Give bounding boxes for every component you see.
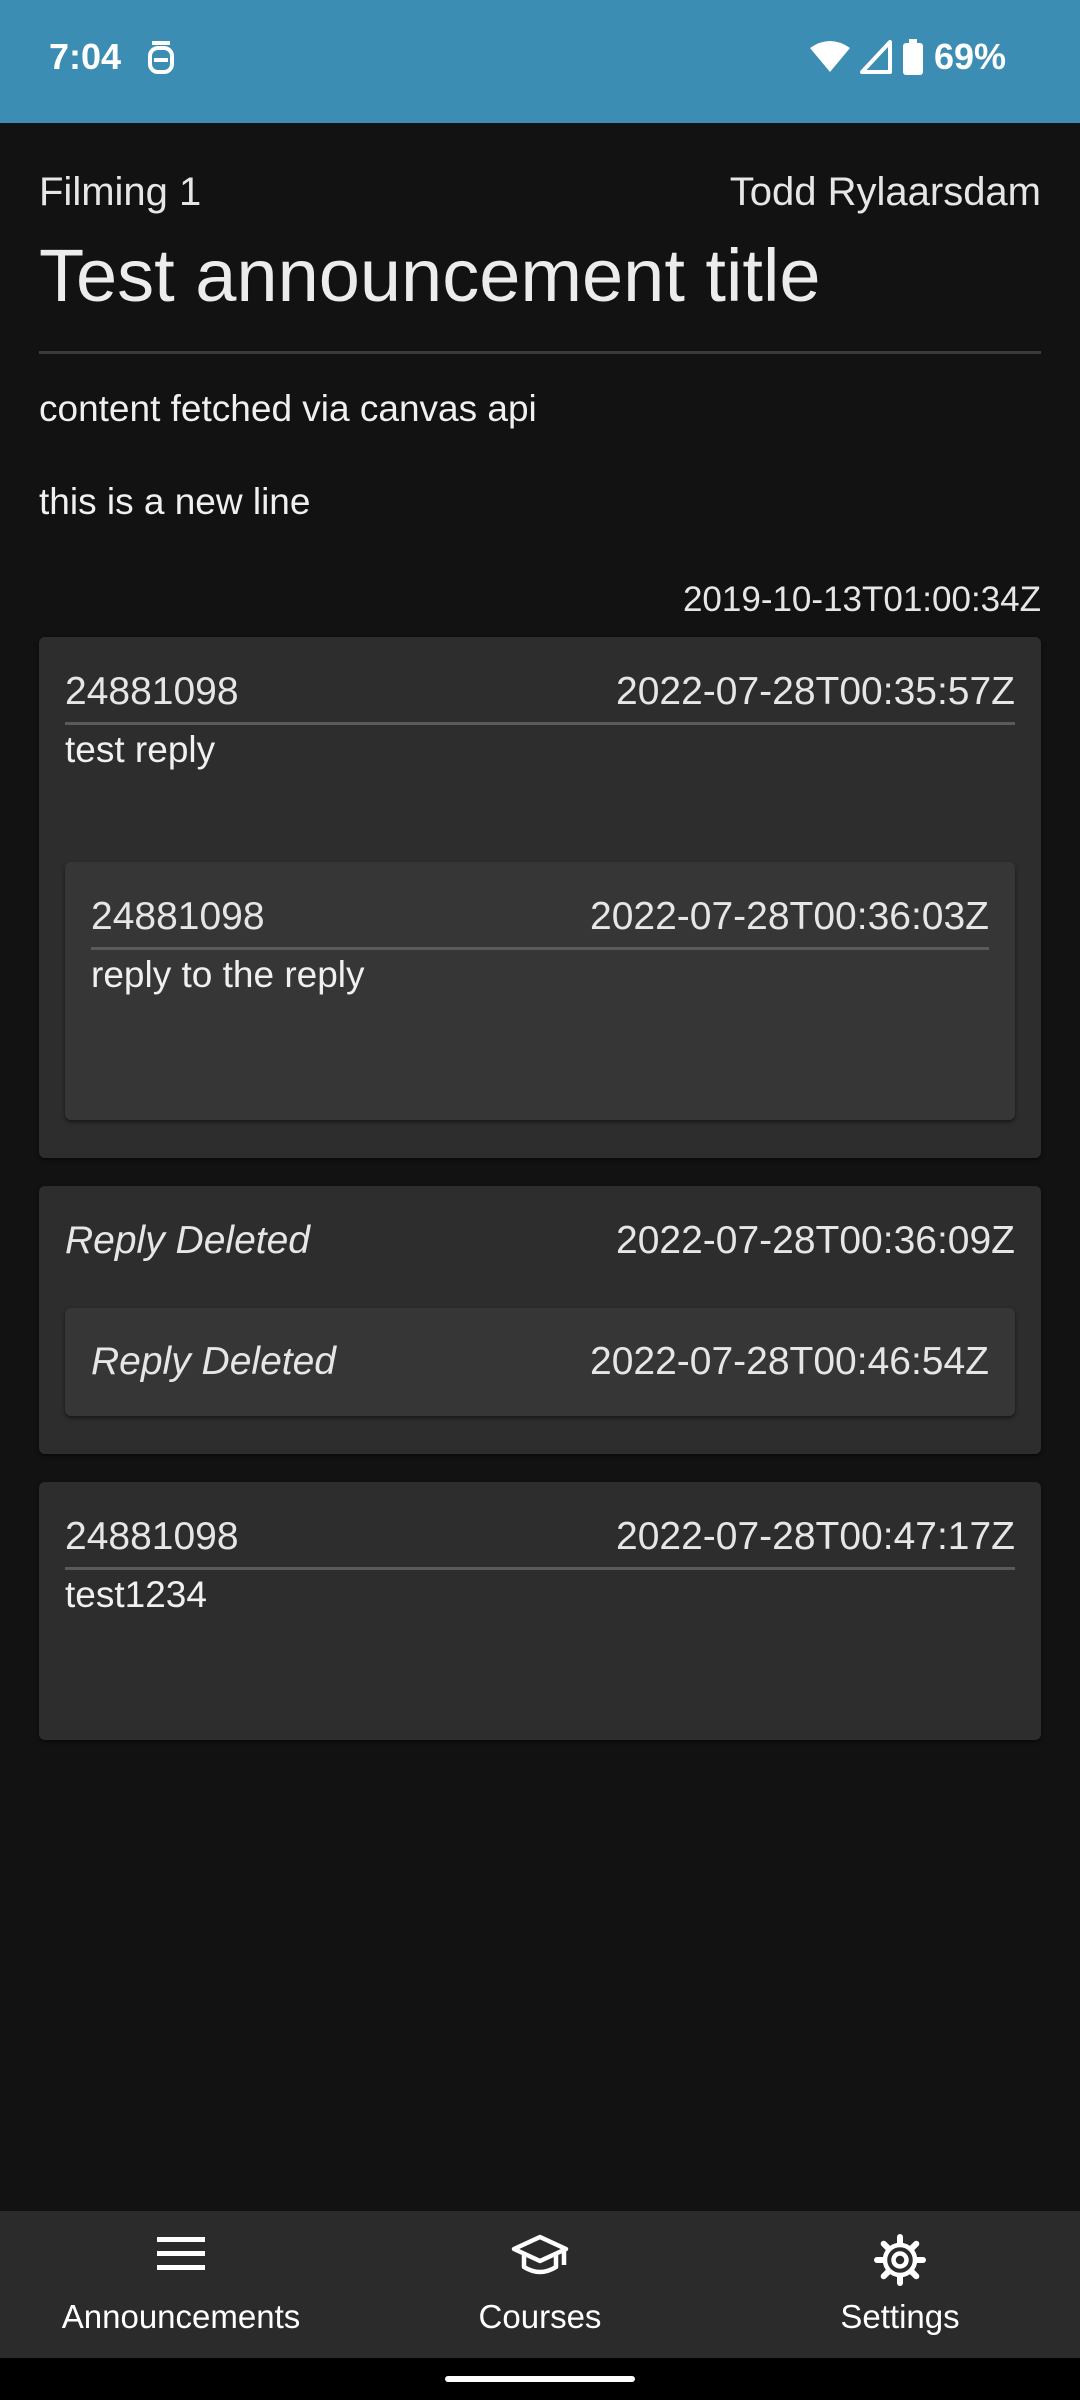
signal-icon [859, 40, 892, 74]
nested-reply-deleted-label: Reply Deleted [91, 1340, 336, 1383]
nested-reply-header: Reply Deleted 2022-07-28T00:46:54Z [91, 1340, 989, 1392]
status-time: 7:04 [49, 36, 122, 77]
nested-reply-date: 2022-07-28T00:46:54Z [590, 1340, 989, 1383]
gesture-navigation-area [0, 2358, 1080, 2400]
nav-item-announcements[interactable]: Announcements [31, 2211, 331, 2358]
reply-header: 24881098 2022-07-28T00:47:17Z [65, 1515, 1015, 1570]
reply-date: 2022-07-28T00:36:09Z [616, 1219, 1015, 1262]
battery-percentage: 69% [933, 36, 1006, 77]
title-divider [39, 351, 1041, 354]
reply-message: test1234 [65, 1574, 207, 1615]
status-indicators: 69% [809, 36, 1006, 78]
gear-icon [874, 2234, 926, 2286]
reply-author: 24881098 [65, 1515, 239, 1558]
nav-label: Announcements [61, 2298, 301, 2335]
graduation-cap-icon [511, 2234, 569, 2275]
course-name: Filming 1 [39, 170, 202, 214]
reply-card-deleted: Reply Deleted 2022-07-28T00:36:09Z Reply… [39, 1186, 1041, 1454]
announcement-body-line: this is a new line [39, 481, 311, 522]
bottom-navigation: Announcements Courses Settings [0, 2211, 1080, 2358]
reply-card: 24881098 2022-07-28T00:47:17Z test1234 [39, 1482, 1041, 1740]
menu-icon [157, 2237, 205, 2270]
reply-author: 24881098 [65, 670, 239, 713]
reply-header: Reply Deleted 2022-07-28T00:36:09Z [65, 1219, 1015, 1271]
status-bar: 7:04 69% [0, 0, 1080, 123]
reply-header: 24881098 2022-07-28T00:35:57Z [65, 670, 1015, 725]
battery-icon [902, 39, 923, 75]
reply-date: 2022-07-28T00:47:17Z [616, 1515, 1015, 1558]
announcement-body-line: content fetched via canvas api [39, 388, 537, 429]
reply-card: 24881098 2022-07-28T00:35:57Z test reply… [39, 637, 1041, 1158]
wifi-icon [809, 41, 850, 72]
posted-date: 2019-10-13T01:00:34Z [682, 580, 1041, 619]
nav-item-settings[interactable]: Settings [750, 2211, 1050, 2358]
reply-deleted-label: Reply Deleted [65, 1219, 310, 1262]
nav-item-courses[interactable]: Courses [390, 2211, 690, 2358]
nested-reply-card-deleted: Reply Deleted 2022-07-28T00:46:54Z [65, 1308, 1015, 1416]
nav-label: Settings [840, 2298, 960, 2335]
nested-reply-header: 24881098 2022-07-28T00:36:03Z [91, 895, 989, 950]
announcement-header: Filming 1 Todd Rylaarsdam [39, 170, 1041, 220]
gesture-handle[interactable] [445, 2376, 635, 2382]
reply-date: 2022-07-28T00:35:57Z [616, 670, 1015, 713]
alarm-icon [148, 41, 174, 74]
nested-reply-card: 24881098 2022-07-28T00:36:03Z reply to t… [65, 862, 1015, 1120]
reply-message: test reply [65, 729, 216, 770]
nested-reply-date: 2022-07-28T00:36:03Z [590, 895, 989, 938]
author-name: Todd Rylaarsdam [729, 170, 1041, 214]
page-title: Test announcement title [39, 234, 821, 317]
nav-label: Courses [478, 2298, 602, 2335]
nested-reply-author: 24881098 [91, 895, 265, 938]
nested-reply-message: reply to the reply [91, 954, 365, 995]
